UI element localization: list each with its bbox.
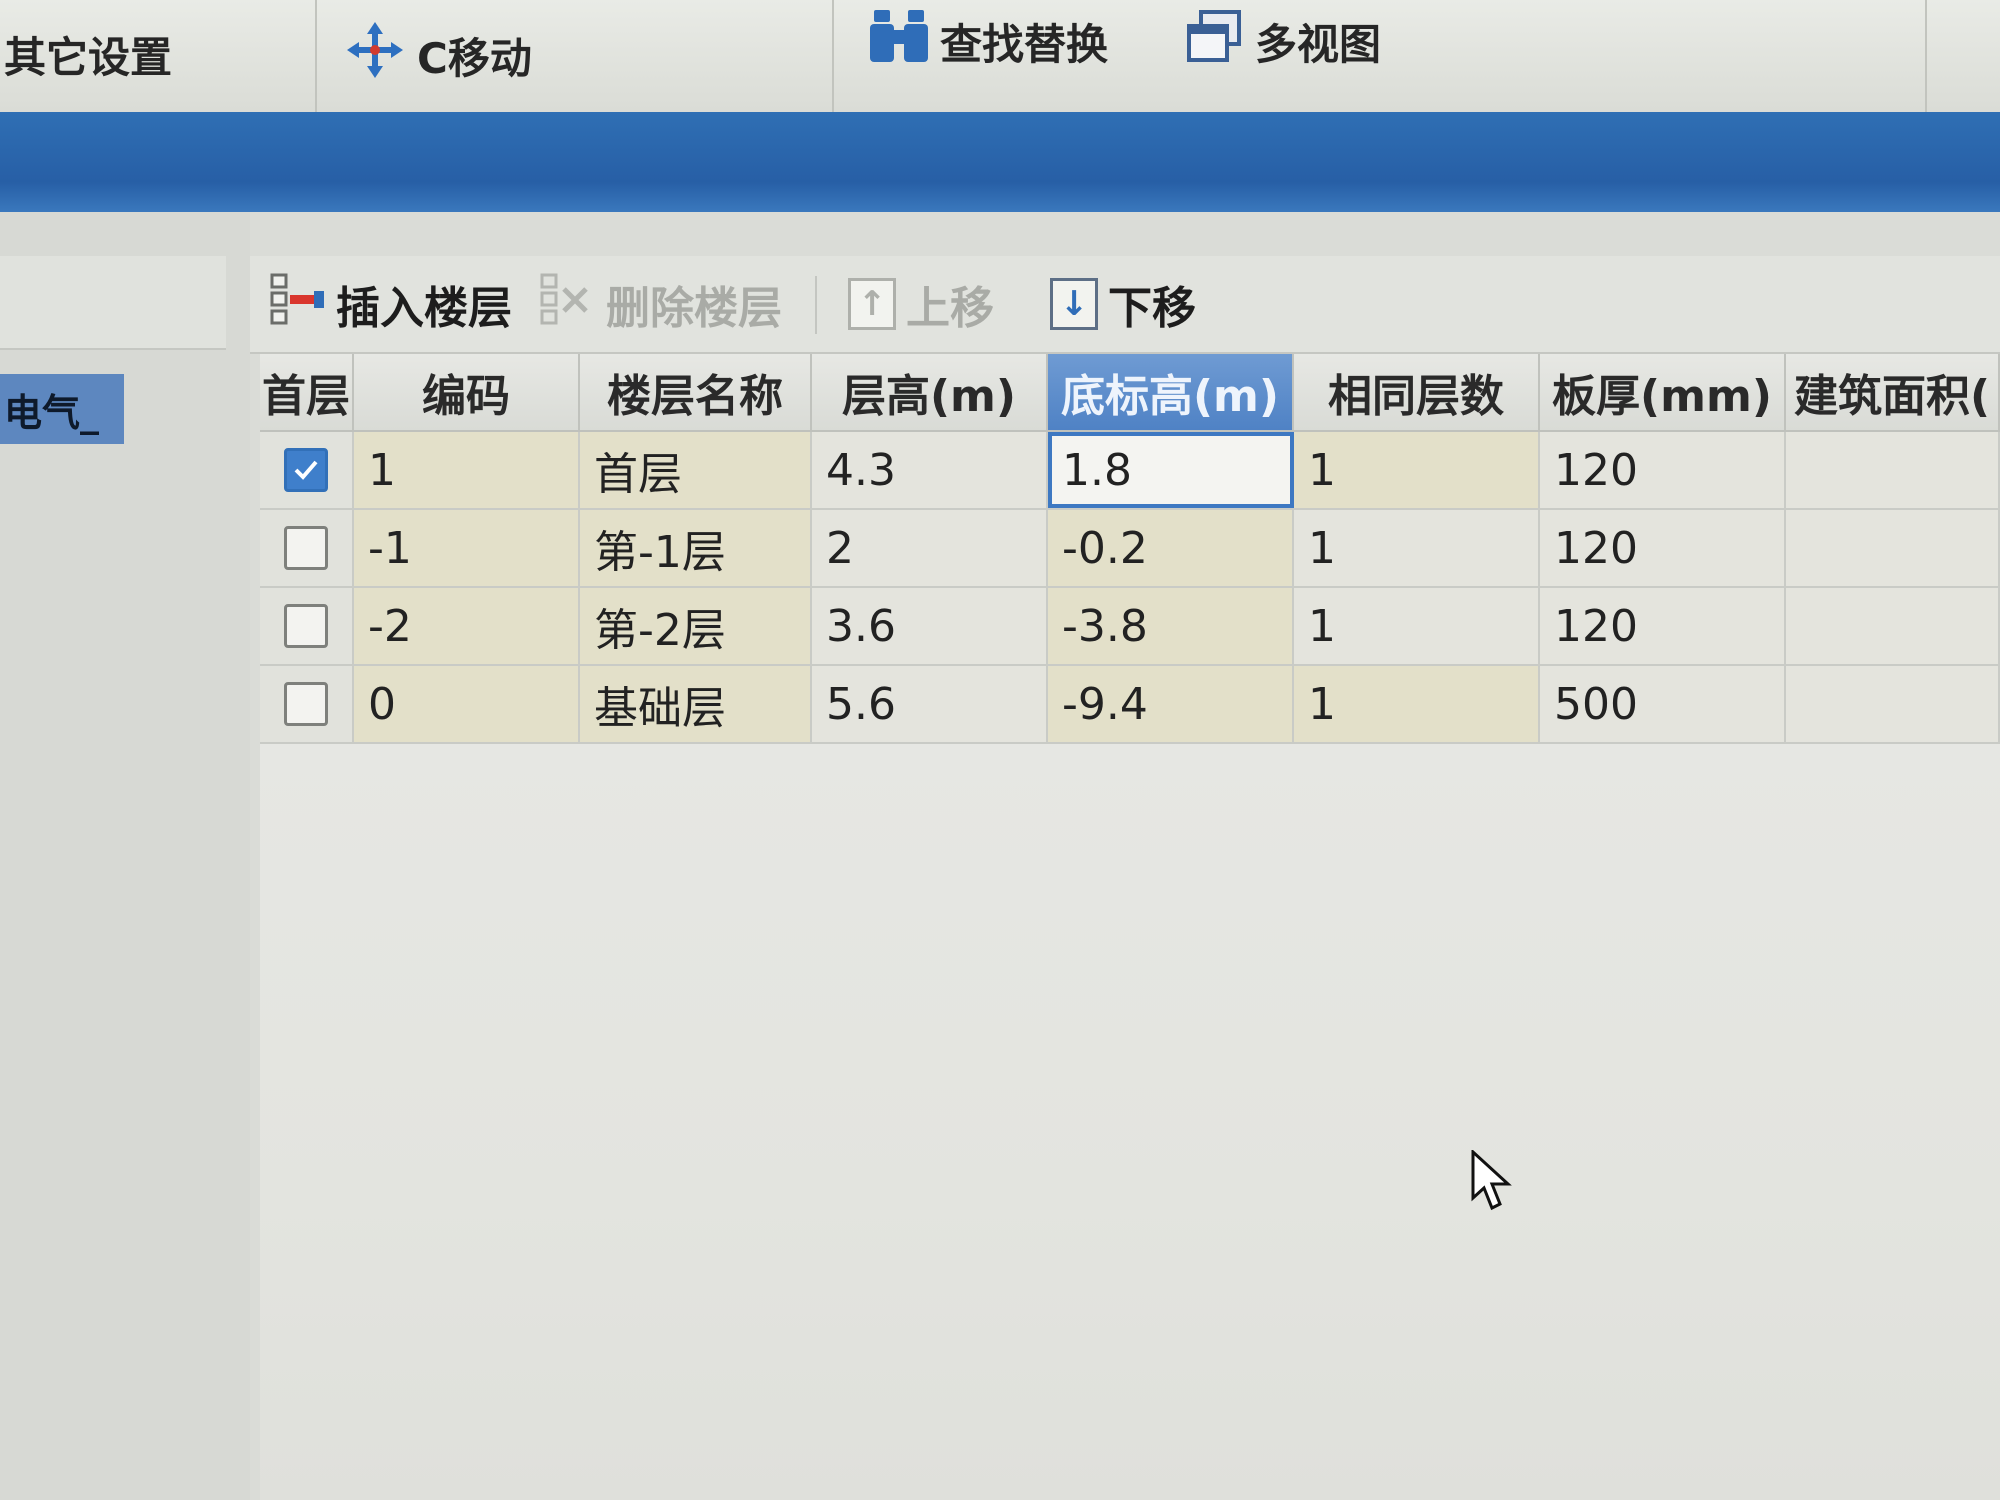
table-header: 首层 编码 楼层名称 层高(m) 底标高(m) 相同层数 板厚(mm) 建筑面积… xyxy=(260,354,2000,432)
cell-same-floors[interactable]: 1 xyxy=(1294,588,1540,664)
table-row[interactable]: -1 第-1层 2 -0.2 1 120 xyxy=(260,510,2000,588)
table-row[interactable]: -2 第-2层 3.6 -3.8 1 120 xyxy=(260,588,2000,666)
cell-floor-height[interactable]: 2 xyxy=(812,510,1048,586)
cell-floor-height[interactable]: 3.6 xyxy=(812,588,1048,664)
floor-toolbar: 插入楼层 删除楼层 ↑ 上移 ↓ 下移 xyxy=(250,256,2000,354)
cell-bottom-elevation[interactable]: -3.8 xyxy=(1048,588,1294,664)
column-header-floor-height[interactable]: 层高(m) xyxy=(812,354,1048,430)
cell-same-floors[interactable]: 1 xyxy=(1294,666,1540,742)
cell-floor-height[interactable]: 5.6 xyxy=(812,666,1048,742)
cell-same-floors[interactable]: 1 xyxy=(1294,432,1540,508)
ribbon-divider xyxy=(1925,0,1927,112)
find-replace-label: 查找替换 xyxy=(940,19,1109,69)
cell-code[interactable]: 0 xyxy=(354,666,580,742)
ribbon-divider xyxy=(315,0,317,112)
first-floor-checkbox[interactable] xyxy=(284,604,328,648)
arrow-up-icon: ↑ xyxy=(848,278,896,330)
cell-floor-name[interactable]: 首层 xyxy=(580,432,812,508)
move-down-label: 下移 xyxy=(1108,283,1196,334)
cell-bottom-elevation[interactable]: -0.2 xyxy=(1048,510,1294,586)
column-header-floor-name[interactable]: 楼层名称 xyxy=(580,354,812,430)
first-floor-checkbox-cell[interactable] xyxy=(260,588,354,664)
tree-node-label: 电气_ xyxy=(4,390,100,435)
first-floor-checkbox[interactable] xyxy=(284,448,328,492)
cell-floor-name[interactable]: 第-1层 xyxy=(580,510,812,586)
table-empty-area xyxy=(260,744,2000,1500)
table-body: 1 首层 4.3 1.8 1 120 -1 第-1层 2 -0.2 1 120 xyxy=(260,432,2000,744)
move-button[interactable]: C移动 xyxy=(345,20,532,90)
cell-building-area[interactable] xyxy=(1786,432,2000,508)
cell-building-area[interactable] xyxy=(1786,510,2000,586)
cell-building-area[interactable] xyxy=(1786,588,2000,664)
table-row[interactable]: 0 基础层 5.6 -9.4 1 500 xyxy=(260,666,2000,744)
move-down-button[interactable]: ↓ 下移 xyxy=(1050,274,1196,334)
tree-node-electrical[interactable]: 电气_ xyxy=(0,374,124,444)
first-floor-checkbox[interactable] xyxy=(284,682,328,726)
cell-code[interactable]: -2 xyxy=(354,588,580,664)
binoculars-icon xyxy=(870,8,928,74)
multi-view-label: 多视图 xyxy=(1255,19,1382,69)
table-row[interactable]: 1 首层 4.3 1.8 1 120 xyxy=(260,432,2000,510)
other-settings-button[interactable]: 其它设置 xyxy=(4,24,172,85)
floor-table: 首层 编码 楼层名称 层高(m) 底标高(m) 相同层数 板厚(mm) 建筑面积… xyxy=(260,354,2000,1500)
column-header-code[interactable]: 编码 xyxy=(354,354,580,430)
toolbar-divider xyxy=(815,276,817,334)
delete-floor-label: 删除楼层 xyxy=(606,283,782,334)
find-replace-button[interactable]: 查找替换 xyxy=(870,8,1108,74)
first-floor-checkbox[interactable] xyxy=(284,526,328,570)
first-floor-checkbox-cell[interactable] xyxy=(260,432,354,508)
cell-floor-height[interactable]: 4.3 xyxy=(812,432,1048,508)
first-floor-checkbox-cell[interactable] xyxy=(260,510,354,586)
cell-slab-thickness[interactable]: 120 xyxy=(1540,432,1786,508)
column-header-bottom-elevation[interactable]: 底标高(m) xyxy=(1048,354,1294,430)
multi-window-icon xyxy=(1185,8,1243,74)
delete-floor-button[interactable]: 删除楼层 xyxy=(540,273,782,334)
first-floor-checkbox-cell[interactable] xyxy=(260,666,354,742)
mouse-pointer-icon xyxy=(1470,1148,1514,1218)
checkmark-icon xyxy=(294,460,318,480)
cell-code[interactable]: 1 xyxy=(354,432,580,508)
left-pane-header xyxy=(0,256,226,350)
cell-bottom-elevation-selected[interactable]: 1.8 xyxy=(1048,432,1294,508)
cell-slab-thickness[interactable]: 500 xyxy=(1540,666,1786,742)
arrow-down-icon: ↓ xyxy=(1050,278,1098,330)
move-up-label: 上移 xyxy=(906,283,994,334)
ribbon-divider xyxy=(832,0,834,112)
cell-bottom-elevation[interactable]: -9.4 xyxy=(1048,666,1294,742)
cell-building-area[interactable] xyxy=(1786,666,2000,742)
column-header-same-floors[interactable]: 相同层数 xyxy=(1294,354,1540,430)
left-nav-pane: 电气_ xyxy=(0,212,252,1500)
column-header-first-floor[interactable]: 首层 xyxy=(260,354,354,430)
move-up-button[interactable]: ↑ 上移 xyxy=(848,274,994,334)
cell-code[interactable]: -1 xyxy=(354,510,580,586)
cell-slab-thickness[interactable]: 120 xyxy=(1540,588,1786,664)
insert-floor-label: 插入楼层 xyxy=(336,283,512,334)
ribbon-toolbar: 其它设置 C移动 查找替换 多视图 xyxy=(0,0,2000,112)
cell-same-floors[interactable]: 1 xyxy=(1294,510,1540,586)
column-header-slab-thickness[interactable]: 板厚(mm) xyxy=(1540,354,1786,430)
delete-floor-icon xyxy=(540,271,596,338)
cell-floor-name[interactable]: 基础层 xyxy=(580,666,812,742)
insert-floor-button[interactable]: 插入楼层 xyxy=(270,273,512,334)
column-header-building-area[interactable]: 建筑面积( xyxy=(1786,354,2000,430)
other-settings-label: 其它设置 xyxy=(4,33,173,82)
move-label: C移动 xyxy=(417,33,532,83)
move-arrows-icon xyxy=(345,20,405,90)
multi-view-button[interactable]: 多视图 xyxy=(1185,8,1381,74)
floor-settings-panel: 插入楼层 删除楼层 ↑ 上移 ↓ 下移 首层 编码 楼层名称 层高(m) 底标高… xyxy=(250,212,2000,1500)
cell-floor-name[interactable]: 第-2层 xyxy=(580,588,812,664)
cell-slab-thickness[interactable]: 120 xyxy=(1540,510,1786,586)
insert-floor-icon xyxy=(270,271,326,338)
title-band xyxy=(0,112,2000,212)
